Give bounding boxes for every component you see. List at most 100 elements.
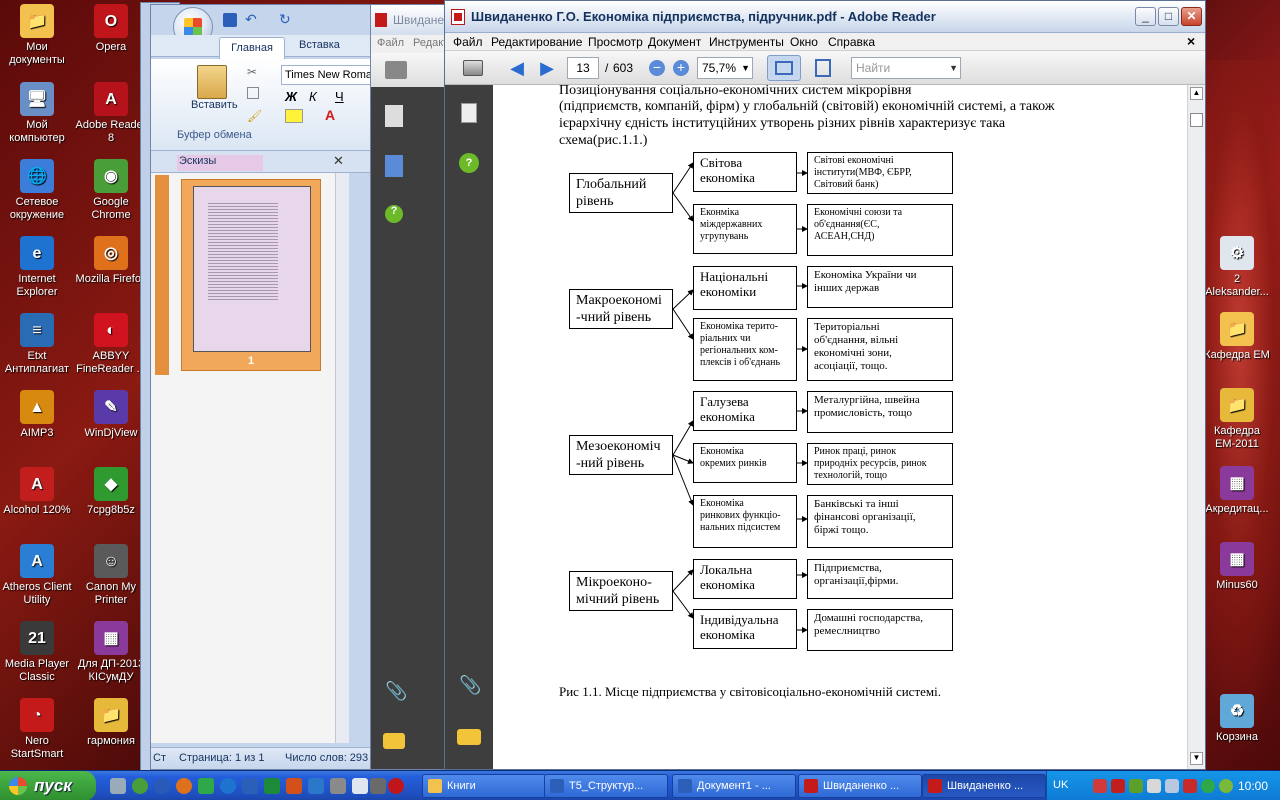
reader-back-print-icon[interactable]	[385, 61, 407, 79]
fit-width-icon[interactable]	[767, 55, 801, 81]
scroll-down-arrow-icon[interactable]: ▼	[1190, 752, 1203, 765]
reader-back-pages-icon[interactable]	[385, 105, 403, 127]
document-page[interactable]: Позиціонування соціально-економічних сис…	[493, 85, 1187, 769]
tray-network-icon[interactable]	[1147, 779, 1161, 793]
menu-help[interactable]: Справка	[828, 35, 875, 49]
minimize-button[interactable]: _	[1135, 7, 1156, 26]
adobe-reader-window[interactable]: Швиданенко Г.О. Економіка підприємства, …	[444, 0, 1206, 770]
format-painter-icon[interactable]: 🖌	[247, 109, 262, 123]
desktop-icon[interactable]: A Adobe Reader 8	[74, 82, 148, 145]
tray-sync-icon[interactable]	[1219, 779, 1233, 793]
bold-button[interactable]: Ж	[285, 89, 297, 104]
taskbar-button[interactable]: Документ1 - ...	[672, 774, 796, 798]
desktop-icon[interactable]: ◔ Nero StartSmart	[0, 698, 74, 761]
italic-button[interactable]: К	[309, 89, 317, 104]
reader-back-attachments-icon[interactable]: 📎	[385, 681, 407, 702]
paste-button-label[interactable]: Вставить	[191, 99, 238, 111]
desktop-icon[interactable]: ▦ Для ДП-2013 КІСумДУ	[74, 621, 148, 684]
tray-shield-icon[interactable]	[1093, 779, 1107, 793]
tray-volume-icon[interactable]	[1165, 779, 1179, 793]
reader-back-menu-file[interactable]: Файл	[377, 37, 404, 49]
pages-panel-icon[interactable]	[461, 103, 477, 123]
quicklaunch-media-icon[interactable]	[370, 778, 386, 794]
quicklaunch-powerpoint-icon[interactable]	[286, 778, 302, 794]
tab-insert[interactable]: Вставка	[299, 39, 340, 51]
quicklaunch-excel-icon[interactable]	[264, 778, 280, 794]
quick-access-undo-icon[interactable]: ↶	[245, 11, 257, 28]
desktop-icon[interactable]: A Alcohol 120%	[0, 467, 74, 517]
attachments-icon[interactable]: 📎	[459, 675, 481, 696]
tray-wifi-icon[interactable]	[1201, 779, 1215, 793]
quicklaunch-show-desktop-icon[interactable]	[352, 778, 368, 794]
next-page-icon[interactable]: ▶	[535, 57, 559, 79]
desktop-icon[interactable]: 21 Media Player Classic	[0, 621, 74, 684]
taskbar-button[interactable]: Книги	[422, 774, 546, 798]
desktop-icon[interactable]: 🌐 Сетевое окружение	[0, 159, 74, 222]
quicklaunch-firefox-icon[interactable]	[176, 778, 192, 794]
desktop-icon[interactable]: ▲ AIMP3	[0, 390, 74, 440]
desktop-icon[interactable]: A Atheros Client Utility	[0, 544, 74, 607]
page-number-input[interactable]: 13	[567, 57, 599, 79]
taskbar-button[interactable]: T5_Структур...	[544, 774, 668, 798]
status-page[interactable]: Страница: 1 из 1	[179, 752, 265, 764]
start-button[interactable]: пуск	[0, 771, 96, 800]
close-pane-icon[interactable]: ✕	[333, 153, 344, 169]
help-icon[interactable]: ?	[459, 153, 479, 173]
quicklaunch-k-icon[interactable]	[154, 778, 170, 794]
desktop-icon[interactable]: ⚙ 2 Aleksander...	[1200, 236, 1274, 299]
scroll-up-arrow-icon[interactable]: ▲	[1190, 87, 1203, 100]
search-dropdown-chevron-icon[interactable]: ▼	[949, 58, 958, 78]
desktop-icon[interactable]: ◆ 7cpg8b5z	[74, 467, 148, 517]
reader-title-bar[interactable]: Швиданенко Г.О. Економіка підприємства, …	[445, 1, 1205, 33]
close-button[interactable]: ✕	[1181, 7, 1202, 26]
desktop-icon[interactable]: ◎ Mozilla Firefox	[74, 236, 148, 286]
copy-icon[interactable]	[247, 87, 259, 99]
reader-back-comments-icon[interactable]	[383, 733, 405, 749]
desktop-icon[interactable]: O Opera	[74, 4, 148, 54]
desktop-icon[interactable]: 📁 Мои документы	[0, 4, 74, 67]
desktop-icon[interactable]: e Internet Explorer	[0, 236, 74, 299]
cut-icon[interactable]: ✂	[247, 65, 257, 79]
page-thumbnail[interactable]: 1	[181, 179, 321, 371]
close-document-icon[interactable]: ×	[1187, 33, 1195, 49]
font-name-field[interactable]: Times New Roman	[281, 65, 371, 85]
word-window[interactable]: ↶ ↻ Главная Вставка Вставить ✂ 🖌 Буфер о…	[150, 4, 372, 770]
tab-home[interactable]: Главная	[219, 37, 285, 59]
previous-page-icon[interactable]: ◀	[505, 57, 529, 79]
quicklaunch-chrome-icon[interactable]	[132, 778, 148, 794]
zoom-dropdown-chevron-icon[interactable]: ▼	[741, 58, 750, 78]
desktop-icon[interactable]: ≡ Etxt Антиплагиат	[0, 313, 74, 376]
language-indicator[interactable]: UK	[1053, 779, 1068, 791]
status-word-count[interactable]: Число слов: 293	[285, 752, 368, 764]
menu-window[interactable]: Окно	[790, 35, 818, 49]
taskbar-button[interactable]: Швиданенко ...	[922, 774, 1046, 798]
paste-icon[interactable]	[197, 65, 227, 99]
desktop-icon[interactable]: ◉ Google Chrome	[74, 159, 148, 222]
desktop-icon[interactable]: ▦ Акредитац...	[1200, 466, 1274, 516]
desktop-icon[interactable]: 📁 Кафедра ЕМ-2011	[1200, 388, 1274, 451]
reader-back-bookmarks-icon[interactable]	[385, 155, 403, 177]
desktop-icon[interactable]: ☺ Canon My Printer	[74, 544, 148, 607]
zoom-level-select[interactable]: 75,7% ▼	[697, 57, 753, 79]
quicklaunch-calc-icon[interactable]	[330, 778, 346, 794]
clock[interactable]: 10:00	[1238, 779, 1268, 793]
comments-icon[interactable]	[457, 729, 481, 745]
underline-button[interactable]: Ч	[335, 89, 344, 104]
zoom-out-icon[interactable]: −	[645, 57, 669, 79]
desktop-icon[interactable]: ✎ WinDjView	[74, 390, 148, 440]
desktop-icon[interactable]: 📁 Кафедра ЕМ	[1200, 312, 1274, 362]
tray-antivirus-icon[interactable]	[1111, 779, 1125, 793]
thumbnails-pane-title[interactable]: Эскизы	[177, 155, 263, 171]
fit-page-icon[interactable]	[811, 57, 835, 79]
menu-file[interactable]: Файл	[453, 35, 483, 49]
quicklaunch-word-icon[interactable]	[242, 778, 258, 794]
desktop-icon[interactable]: 🖥 Мой компьютер	[0, 82, 74, 145]
quicklaunch-utility-icon[interactable]	[110, 778, 126, 794]
quicklaunch-outlook-icon[interactable]	[308, 778, 324, 794]
desktop-icon[interactable]: ♻ Корзина	[1200, 694, 1274, 744]
thumbnails-scrollbar[interactable]	[335, 173, 349, 743]
quicklaunch-opera-icon[interactable]	[388, 778, 404, 794]
quick-access-redo-icon[interactable]: ↻	[279, 11, 291, 28]
tray-disconnect-icon[interactable]	[1183, 779, 1197, 793]
print-icon[interactable]	[461, 57, 485, 79]
